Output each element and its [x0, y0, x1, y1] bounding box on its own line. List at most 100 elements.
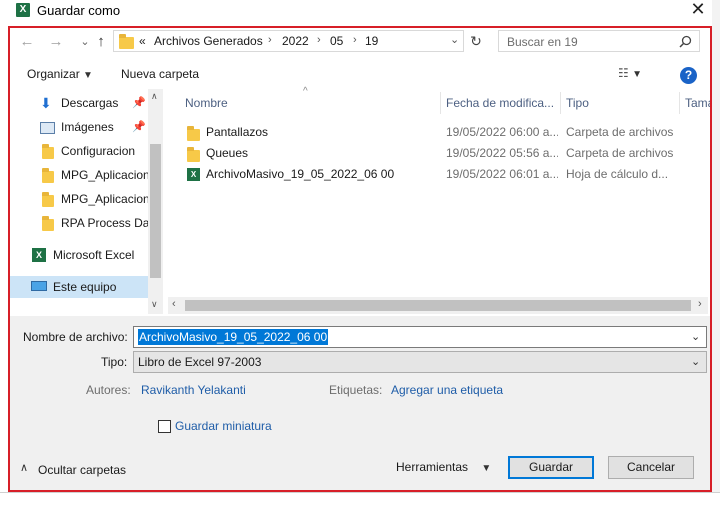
pin-icon[interactable]: 📌 — [132, 116, 146, 138]
file-name: Queues — [206, 146, 249, 160]
folder-icon — [187, 126, 200, 141]
nav-item-label: Imágenes — [61, 120, 114, 134]
pictures-icon — [40, 122, 55, 134]
excel-file-icon: X — [187, 168, 200, 181]
scrollbar-thumb[interactable] — [185, 300, 691, 311]
chevron-down-icon[interactable]: ⌄ — [691, 355, 700, 368]
search-box[interactable]: Buscar en 19 — [498, 30, 700, 52]
search-input[interactable]: Buscar en 19 — [507, 35, 578, 49]
tools-menu[interactable]: Herramientas ▼ — [396, 460, 491, 474]
breadcrumb-19[interactable]: 19 — [365, 34, 378, 48]
back-arrow-icon[interactable]: ← — [17, 32, 37, 52]
nav-item-label: Descargas — [61, 96, 119, 110]
excel-icon: X — [32, 248, 46, 262]
new-folder-button[interactable]: Nueva carpeta — [121, 67, 199, 81]
tags-field[interactable]: Agregar una etiqueta — [391, 383, 503, 397]
chevron-right-icon[interactable]: › — [317, 34, 321, 46]
tools-label: Herramientas — [396, 460, 469, 474]
file-type-value: Libro de Excel 97-2003 — [138, 355, 262, 369]
scroll-up-icon[interactable]: ∧ — [151, 91, 158, 102]
folder-icon — [42, 144, 54, 159]
scroll-left-icon[interactable]: ‹ — [172, 298, 176, 310]
excel-app-icon: X — [16, 3, 30, 17]
nav-item-imagenes[interactable]: Imágenes 📌 — [10, 116, 148, 138]
file-row[interactable]: Queues 19/05/2022 05:56 a... Carpeta de … — [180, 143, 700, 164]
caret-down-icon: ▼ — [83, 70, 93, 81]
file-type: Hoja de cálculo d... — [566, 167, 669, 181]
file-name: ArchivoMasivo_19_05_2022_06 00 — [206, 167, 395, 181]
filename-field[interactable]: ArchivoMasivo_19_05_2022_06 00 ⌄ — [133, 326, 707, 348]
column-header-name[interactable]: Nombre — [185, 96, 228, 110]
file-name: Pantallazos — [206, 125, 269, 139]
help-icon[interactable]: ? — [680, 67, 697, 84]
nav-item-label: RPA Process Dat — [61, 216, 148, 230]
folder-icon — [42, 192, 54, 207]
column-header-size[interactable]: Tama — [685, 96, 710, 110]
nav-item-label: Microsoft Excel — [53, 248, 135, 262]
sort-ascending-icon: ^ — [303, 86, 308, 97]
nav-item-rpa-process-data[interactable]: RPA Process Dat — [10, 212, 148, 234]
view-options-icon[interactable]: ☷ ▼ — [618, 66, 642, 80]
tags-label: Etiquetas: — [329, 383, 383, 397]
file-type: Carpeta de archivos — [566, 146, 674, 160]
address-bar[interactable]: « Archivos Generados › 2022 › 05 › 19 ⌄ — [113, 30, 464, 52]
chevron-right-icon[interactable]: › — [268, 34, 272, 46]
navigation-scrollbar[interactable]: ∧ ∨ — [148, 89, 163, 314]
chevron-down-icon[interactable]: ⌄ — [450, 33, 459, 46]
column-divider[interactable] — [560, 92, 561, 114]
chevron-up-icon[interactable]: ∧ — [20, 461, 28, 474]
nav-item-mpg-aplicacion[interactable]: MPG_Aplicacion — [10, 188, 148, 210]
filename-input[interactable]: ArchivoMasivo_19_05_2022_06 00 — [138, 329, 329, 345]
folder-icon — [42, 216, 54, 231]
scroll-right-icon[interactable]: › — [698, 298, 702, 310]
save-thumbnail-checkbox[interactable] — [158, 420, 171, 433]
breadcrumb-2022[interactable]: 2022 — [282, 34, 309, 48]
file-modified: 19/05/2022 06:01 a... — [446, 167, 558, 181]
nav-item-configuracion[interactable]: Configuracion — [10, 140, 148, 162]
pin-icon[interactable]: 📌 — [132, 92, 146, 114]
save-thumbnail-label[interactable]: Guardar miniatura — [175, 419, 272, 433]
chevron-down-icon[interactable]: ⌄ — [691, 330, 700, 343]
column-header-type[interactable]: Tipo — [566, 96, 589, 110]
chevron-right-icon[interactable]: › — [353, 34, 357, 46]
nav-item-microsoft-excel[interactable]: X Microsoft Excel — [10, 244, 148, 266]
search-icon[interactable] — [679, 35, 692, 48]
file-row[interactable]: Pantallazos 19/05/2022 06:00 a... Carpet… — [180, 122, 700, 143]
up-arrow-icon[interactable]: ↑ — [91, 32, 111, 52]
download-icon: ⬇ — [40, 95, 52, 111]
breadcrumb-archivos-generados[interactable]: Archivos Generados — [154, 34, 263, 48]
close-icon[interactable]: ✕ — [688, 0, 708, 19]
hide-folders-button[interactable]: Ocultar carpetas — [38, 463, 126, 477]
nav-item-este-equipo[interactable]: Este equipo — [10, 276, 148, 298]
nav-item-mpg-aplicacion[interactable]: MPG_Aplicacion — [10, 164, 148, 186]
file-type-select[interactable]: Libro de Excel 97-2003 ⌄ — [133, 351, 707, 373]
folder-icon — [42, 168, 54, 183]
authors-label: Autores: — [86, 383, 131, 397]
filename-label: Nombre de archivo: — [23, 330, 128, 344]
organize-label: Organizar — [27, 67, 80, 81]
column-header-modified[interactable]: Fecha de modifica... — [446, 96, 554, 110]
folder-icon — [119, 34, 134, 49]
forward-arrow-icon[interactable]: → — [46, 32, 66, 52]
caret-down-icon: ▼ — [481, 463, 492, 474]
computer-icon — [31, 281, 47, 291]
breadcrumb-overflow[interactable]: « — [139, 34, 146, 48]
file-list-scrollbar[interactable]: ‹ › — [168, 297, 708, 314]
scroll-down-icon[interactable]: ∨ — [151, 299, 158, 310]
scrollbar-thumb[interactable] — [150, 144, 161, 278]
type-label: Tipo: — [101, 355, 128, 369]
cancel-button[interactable]: Cancelar — [608, 456, 694, 479]
organize-menu[interactable]: Organizar ▼ — [27, 67, 93, 81]
save-button[interactable]: Guardar — [508, 456, 594, 479]
authors-field[interactable]: Ravikanth Yelakanti — [141, 383, 246, 397]
column-divider[interactable] — [440, 92, 441, 114]
column-divider[interactable] — [679, 92, 680, 114]
background-spreadsheet-row — [0, 492, 720, 507]
refresh-icon[interactable]: ↻ — [466, 33, 486, 51]
file-modified: 19/05/2022 05:56 a... — [446, 146, 558, 160]
title-bar: X Guardar como ✕ — [0, 0, 712, 22]
breadcrumb-05[interactable]: 05 — [330, 34, 343, 48]
nav-item-descargas[interactable]: ⬇ Descargas 📌 — [10, 92, 148, 114]
file-row[interactable]: X ArchivoMasivo_19_05_2022_06 00 19/05/2… — [180, 164, 700, 185]
navigation-pane: ⬇ Descargas 📌 Imágenes 📌 Configuracion M… — [10, 89, 163, 314]
